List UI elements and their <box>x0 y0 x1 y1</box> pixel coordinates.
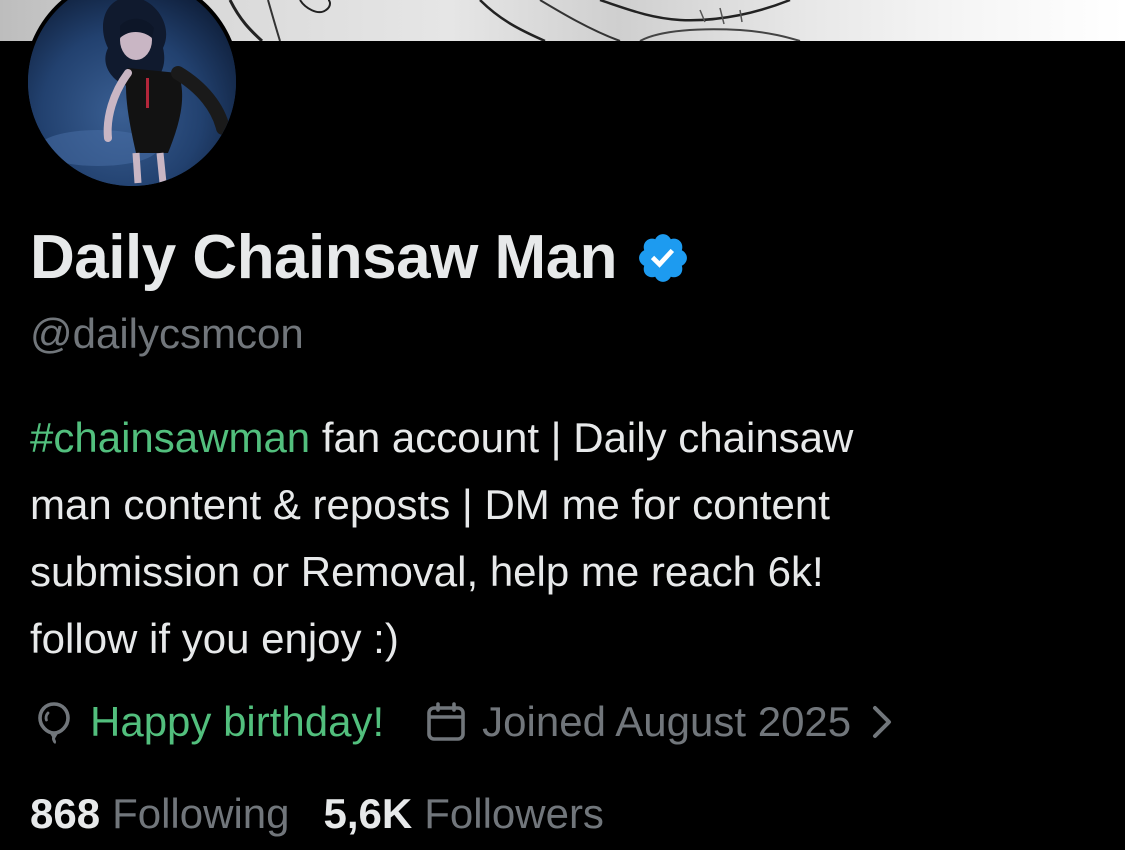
calendar-icon <box>422 698 470 746</box>
avatar-image <box>28 0 236 186</box>
followers-count: 5,6K <box>323 790 413 837</box>
profile-stats: 868 Following 5,6K Followers <box>30 786 604 842</box>
avatar[interactable] <box>24 0 240 190</box>
chevron-right-icon[interactable] <box>869 702 895 742</box>
birthday-label: Happy birthday! <box>90 698 385 745</box>
bio-text-1: fan account | Daily chainsaw <box>310 414 854 461</box>
bio-line-3: submission or Removal, help me reach 6k! <box>30 548 824 595</box>
profile-page: Daily Chainsaw Man @dailycsmcon #chainsa… <box>0 0 1125 850</box>
bio-line-4: follow if you enjoy :) <box>30 615 399 662</box>
display-name-row: Daily Chainsaw Man <box>30 222 691 294</box>
bio-hashtag-link[interactable]: #chainsawman <box>30 414 310 461</box>
joined-label: Joined August 2025 <box>482 698 852 745</box>
balloon-icon <box>30 698 78 746</box>
bio-line-1: #chainsawman fan account | Daily chainsa… <box>30 404 1090 471</box>
following-link[interactable]: 868 Following <box>30 790 290 838</box>
profile-handle: @dailycsmcon <box>30 310 304 357</box>
following-count: 868 <box>30 790 101 837</box>
followers-label: Followers <box>424 790 604 837</box>
verified-badge-icon[interactable] <box>635 230 691 286</box>
display-name: Daily Chainsaw Man <box>30 223 618 292</box>
joined-item[interactable]: Joined August 2025 <box>422 698 895 746</box>
followers-link[interactable]: 5,6K Followers <box>324 790 604 838</box>
bio-line-2: man content & reposts | DM me for conten… <box>30 481 830 528</box>
following-label: Following <box>112 790 290 837</box>
profile-bio: #chainsawman fan account | Daily chainsa… <box>30 404 1090 672</box>
birthday-item[interactable]: Happy birthday! <box>30 698 384 746</box>
profile-meta: Happy birthday! Joined August 2025 <box>30 692 895 752</box>
